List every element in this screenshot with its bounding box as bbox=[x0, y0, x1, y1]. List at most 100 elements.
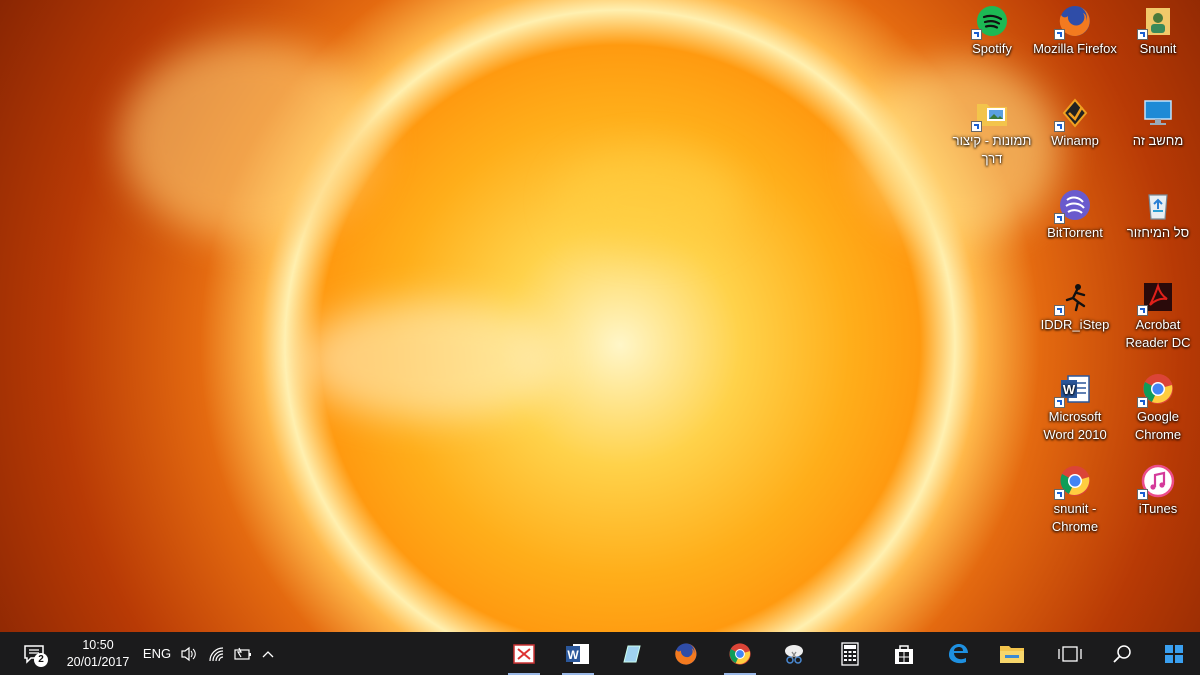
shortcut-arrow-icon bbox=[1137, 489, 1148, 500]
search-icon bbox=[1113, 644, 1131, 663]
input-language-button[interactable]: ENG bbox=[140, 632, 174, 675]
firefox-icon bbox=[675, 642, 697, 665]
shortcut-arrow-icon bbox=[1054, 305, 1065, 316]
shortcut-arrow-icon bbox=[1054, 213, 1065, 224]
task-view-button[interactable] bbox=[1048, 632, 1092, 675]
desktop-icon-snunit[interactable]: Snunit bbox=[1116, 0, 1200, 58]
taskbar-app-chrome[interactable] bbox=[718, 632, 762, 675]
clock-time: 10:50 bbox=[82, 637, 114, 652]
desktop-icon-word[interactable]: W Microsoft Word 2010 bbox=[1033, 368, 1117, 444]
desktop-icon-label: IDDR_iStep bbox=[1040, 317, 1110, 332]
volume-icon bbox=[181, 646, 196, 661]
itunes-icon bbox=[1137, 464, 1175, 500]
battery-charging-icon bbox=[234, 647, 251, 660]
svg-text:W: W bbox=[1063, 382, 1076, 397]
sun-flare bbox=[300, 300, 560, 420]
acrobat-icon bbox=[1137, 280, 1175, 316]
taskbar-app-file-explorer[interactable] bbox=[990, 632, 1034, 675]
taskbar-app-presentation[interactable] bbox=[502, 632, 546, 675]
notepad-app-icon bbox=[623, 645, 641, 662]
spotify-icon bbox=[971, 4, 1009, 40]
desktop-icon-this-pc[interactable]: מחשב זה bbox=[1116, 92, 1200, 150]
snipping-tool-icon bbox=[785, 644, 803, 664]
desktop-icon-firefox[interactable]: Mozilla Firefox bbox=[1033, 0, 1117, 58]
show-hidden-icons-button[interactable] bbox=[256, 632, 280, 675]
desktop-icon-label: Google Chrome bbox=[1134, 409, 1182, 442]
firefox-icon bbox=[1054, 4, 1092, 40]
desktop-icon-spotify[interactable]: Spotify bbox=[950, 0, 1034, 58]
desktop-icon-label: Spotify bbox=[972, 41, 1012, 56]
taskbar-app-word[interactable]: W bbox=[556, 632, 600, 675]
recycle-bin-icon bbox=[1141, 188, 1175, 222]
action-center-button[interactable]: 2 bbox=[12, 632, 56, 675]
presentation-app-icon bbox=[513, 643, 535, 664]
chrome-icon bbox=[1137, 372, 1175, 408]
desktop-icon-label: Microsoft Word 2010 bbox=[1043, 409, 1107, 442]
chevron-up-icon bbox=[262, 650, 274, 657]
desktop-icon-label: Acrobat Reader DC bbox=[1125, 317, 1191, 350]
shortcut-arrow-icon bbox=[1054, 121, 1065, 132]
desktop-icon-label: Mozilla Firefox bbox=[1033, 41, 1117, 56]
bittorrent-icon bbox=[1054, 188, 1092, 224]
desktop-icon-google-chrome[interactable]: Google Chrome bbox=[1116, 368, 1200, 444]
desktop-icon-label: Winamp bbox=[1051, 133, 1099, 148]
desktop-icon-label: snunit - Chrome bbox=[1051, 501, 1099, 534]
winamp-icon bbox=[1054, 96, 1092, 132]
desktop-icon-snunit-chrome[interactable]: snunit - Chrome bbox=[1033, 460, 1117, 536]
clock-date: 20/01/2017 bbox=[66, 654, 130, 669]
task-view-icon bbox=[1058, 645, 1082, 662]
chrome-icon bbox=[729, 642, 751, 665]
desktop-icon-itunes[interactable]: iTunes bbox=[1116, 460, 1200, 518]
desktop-icon-winamp[interactable]: Winamp bbox=[1033, 92, 1117, 150]
pictures-folder-icon bbox=[971, 96, 1009, 132]
wifi-icon bbox=[209, 646, 224, 661]
chrome-icon bbox=[1054, 464, 1092, 500]
search-button[interactable] bbox=[1100, 632, 1144, 675]
desktop-icon-istep[interactable]: IDDR_iStep bbox=[1033, 276, 1117, 334]
shortcut-arrow-icon bbox=[971, 29, 982, 40]
desktop-icon-pictures-shortcut[interactable]: תמונות - קיצור דרך bbox=[950, 92, 1034, 168]
taskbar: 2 10:50 20/01/2017 ENG W bbox=[0, 632, 1200, 675]
shortcut-arrow-icon bbox=[1137, 397, 1148, 408]
shortcut-arrow-icon bbox=[1137, 305, 1148, 316]
sun-flare bbox=[120, 40, 380, 240]
taskbar-app-calculator[interactable] bbox=[828, 632, 872, 675]
desktop-icon-bittorrent[interactable]: BitTorrent bbox=[1033, 184, 1117, 242]
store-icon bbox=[895, 644, 913, 664]
shortcut-arrow-icon bbox=[971, 121, 982, 132]
taskbar-app-notepad[interactable] bbox=[610, 632, 654, 675]
shortcut-arrow-icon bbox=[1054, 29, 1065, 40]
desktop-icon-label: מחשב זה bbox=[1132, 133, 1184, 148]
clock[interactable]: 10:50 20/01/2017 bbox=[58, 632, 138, 675]
edge-icon bbox=[949, 643, 968, 663]
desktop-icon-label: Snunit bbox=[1139, 41, 1177, 56]
taskbar-app-snipping-tool[interactable] bbox=[772, 632, 816, 675]
shortcut-arrow-icon bbox=[1054, 397, 1065, 408]
start-button[interactable] bbox=[1152, 632, 1196, 675]
taskbar-app-edge[interactable] bbox=[936, 632, 980, 675]
sun-flare bbox=[560, 150, 740, 250]
shortcut-arrow-icon bbox=[1054, 489, 1065, 500]
desktop-icon-acrobat[interactable]: Acrobat Reader DC bbox=[1116, 276, 1200, 352]
volume-button[interactable] bbox=[176, 632, 202, 675]
taskbar-app-firefox[interactable] bbox=[664, 632, 708, 675]
istep-icon bbox=[1054, 280, 1092, 316]
file-explorer-icon bbox=[1000, 645, 1024, 663]
taskbar-app-store[interactable] bbox=[882, 632, 926, 675]
desktop-icon-label: סל המיחזור bbox=[1126, 225, 1190, 240]
word-icon: W bbox=[566, 643, 589, 664]
svg-text:W: W bbox=[567, 648, 579, 662]
word-icon: W bbox=[1054, 372, 1092, 408]
start-icon bbox=[1165, 644, 1183, 663]
desktop-wallpaper: Spotify Mozilla Firefox Snunit תמונות - … bbox=[0, 0, 1200, 632]
input-language-label: ENG bbox=[142, 646, 172, 661]
desktop-icon-label: BitTorrent bbox=[1047, 225, 1103, 240]
calculator-icon bbox=[841, 641, 859, 666]
user-folder-icon bbox=[1137, 4, 1175, 40]
battery-button[interactable] bbox=[230, 632, 256, 675]
this-pc-icon bbox=[1141, 96, 1175, 130]
network-button[interactable] bbox=[204, 632, 230, 675]
desktop-icon-recycle-bin[interactable]: סל המיחזור bbox=[1116, 184, 1200, 242]
desktop-icon-label: iTunes bbox=[1138, 501, 1178, 516]
desktop-icon-label: תמונות - קיצור דרך bbox=[952, 133, 1032, 166]
